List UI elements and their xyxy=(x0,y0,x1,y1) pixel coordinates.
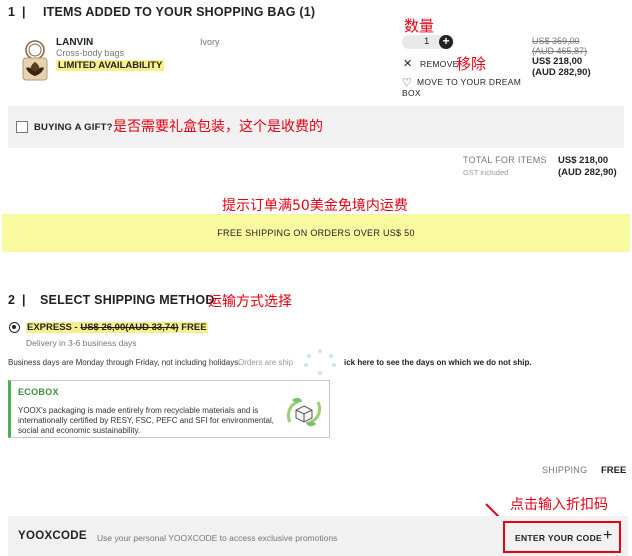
shipping-summary-value: FREE xyxy=(601,465,627,476)
ecobox-title: ECOBOX xyxy=(18,387,59,397)
ecobox-text: YOOX's packaging is made entirely from r… xyxy=(18,406,274,435)
cart-step-number: 1 xyxy=(8,5,16,19)
gift-label[interactable]: BUYING A GIFT? xyxy=(34,122,113,133)
promo-text: Use your personal YOOXCODE to access exc… xyxy=(97,533,338,543)
gst-note: GST included xyxy=(463,168,509,177)
shipping-step-number: 2 xyxy=(8,293,16,307)
limited-availability-badge: LIMITED AVAILABILITY xyxy=(56,60,165,71)
annotation-gift: 是否需要礼盒包装，这个是收费的 xyxy=(113,119,323,135)
remove-label: REMOVE xyxy=(420,59,459,69)
move-label: MOVE TO YOUR DREAM BOX xyxy=(402,77,522,98)
quantity-stepper[interactable]: 1 + xyxy=(402,35,454,49)
enter-code-button[interactable]: ENTER YOUR CODE + xyxy=(503,521,621,553)
product-image[interactable] xyxy=(18,38,52,84)
annotation-shipping-method: 运输方式选择 xyxy=(208,294,292,310)
shipping-title: SELECT SHIPPING METHOD xyxy=(40,293,215,307)
shipping-summary-label: SHIPPING xyxy=(542,465,588,475)
express-old-price: US$ 26,00(AUD 33,74) xyxy=(80,322,179,333)
old-price-aud: (AUD 465,87) xyxy=(532,46,588,56)
business-days-note-mid: Orders are ship xyxy=(238,358,294,367)
total-usd: US$ 218,00 xyxy=(558,155,609,166)
gift-checkbox[interactable] xyxy=(16,121,28,133)
free-shipping-text: FREE SHIPPING ON ORDERS OVER US$ 50 xyxy=(217,228,415,238)
cart-title: ITEMS ADDED TO YOUR SHOPPING BAG (1) xyxy=(43,5,316,19)
delivery-time: Delivery in 3-6 business days xyxy=(26,338,137,348)
free-shipping-banner: FREE SHIPPING ON ORDERS OVER US$ 50 xyxy=(2,214,630,252)
annotation-quantity: 数量 xyxy=(404,17,435,35)
product-color: Ivory xyxy=(200,37,220,47)
shipping-step-separator: | xyxy=(22,293,26,307)
total-aud: (AUD 282,90) xyxy=(558,167,617,178)
eco-box-icon xyxy=(284,392,324,432)
remove-button[interactable]: ✕ REMOVE xyxy=(403,57,459,70)
quantity-value: 1 xyxy=(424,36,430,47)
express-free: FREE xyxy=(181,322,207,333)
total-label: TOTAL FOR ITEMS xyxy=(463,155,547,165)
price-usd: US$ 218,00 xyxy=(532,56,583,67)
loading-spinner-icon xyxy=(300,347,340,377)
business-days-note: Business days are Monday through Friday,… xyxy=(8,358,241,367)
express-name: EXPRESS - xyxy=(27,322,78,333)
annotation-promo: 点击输入折扣码 xyxy=(510,497,608,513)
close-icon: ✕ xyxy=(403,58,413,70)
enter-code-label: ENTER YOUR CODE xyxy=(515,533,602,543)
no-ship-days-link[interactable]: ick here to see the days on which we do … xyxy=(344,358,532,367)
bag-icon xyxy=(22,40,48,81)
plus-icon: + xyxy=(603,527,613,544)
annotation-shipping-banner: 提示订单满50美金免境内运费 xyxy=(222,198,408,214)
product-category: Cross-body bags xyxy=(56,48,125,58)
price-aud: (AUD 282,90) xyxy=(532,67,591,78)
product-brand[interactable]: LANVIN xyxy=(56,37,93,48)
express-radio[interactable] xyxy=(9,322,20,333)
quantity-increase-button[interactable]: + xyxy=(439,35,453,49)
old-price-usd: US$ 359,00 xyxy=(532,36,580,46)
annotation-remove: 移除 xyxy=(456,55,487,73)
cart-step-separator: | xyxy=(22,5,26,19)
promo-title: YOOXCODE xyxy=(18,530,87,542)
express-option[interactable]: EXPRESS - US$ 26,00(AUD 33,74) FREE xyxy=(26,322,208,333)
